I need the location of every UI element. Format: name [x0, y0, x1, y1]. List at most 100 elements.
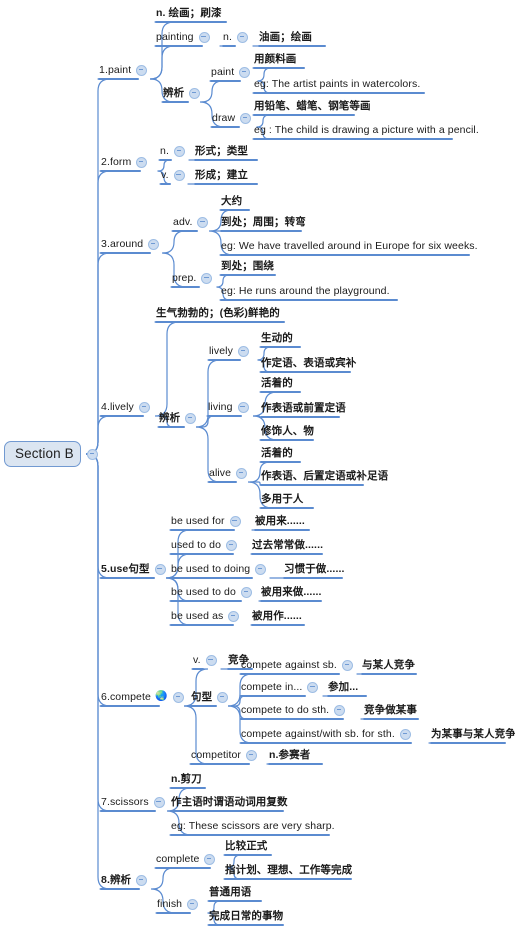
mindmap-node-n1c2b[interactable]: eg : The child is drawing a picture with…: [253, 122, 480, 138]
mindmap-node-n5e1[interactable]: 被用作......: [251, 608, 303, 624]
mindmap-node-n6a[interactable]: v.: [192, 652, 221, 668]
collapse-minus-icon[interactable]: [187, 898, 199, 910]
collapse-minus-icon[interactable]: [229, 515, 241, 527]
mindmap-node-n1b1[interactable]: n.: [222, 29, 252, 45]
mindmap-node-n4b3b[interactable]: 作表语、后置定语或补足语: [260, 468, 389, 484]
mindmap-node-n4b3c[interactable]: 多用于人: [260, 491, 304, 507]
mindmap-node-n8b2[interactable]: 完成日常的事物: [208, 908, 284, 924]
mindmap-node-n1c1a[interactable]: 用颜料画: [253, 51, 297, 67]
mindmap-node-n8[interactable]: 8.辨析: [100, 872, 151, 888]
collapse-minus-icon[interactable]: [204, 853, 216, 865]
mindmap-node-n3a1[interactable]: 到处；周围；转弯: [220, 214, 307, 230]
collapse-minus-icon[interactable]: [173, 691, 185, 703]
collapse-minus-icon[interactable]: [153, 796, 165, 808]
collapse-minus-icon[interactable]: [205, 654, 217, 666]
mindmap-node-n3b2[interactable]: eg: He runs around the playground.: [220, 283, 391, 299]
collapse-minus-icon[interactable]: [255, 563, 267, 575]
mindmap-node-n4b1b[interactable]: 作定语、表语或宾补: [260, 355, 357, 371]
mindmap-node-n7a[interactable]: n.剪刀: [170, 771, 203, 787]
mindmap-node-n1b2[interactable]: 油画；绘画: [258, 29, 313, 45]
mindmap-node-n3a2[interactable]: eg: We have travelled around in Europe f…: [220, 238, 479, 254]
mindmap-node-n5b[interactable]: used to do: [170, 537, 241, 553]
mindmap-node-n5d1[interactable]: 被用来做......: [260, 584, 323, 600]
mindmap-node-n3a[interactable]: adv.: [172, 214, 212, 230]
mindmap-node-n6[interactable]: 6.compete 🌏: [100, 689, 188, 705]
collapse-minus-icon[interactable]: [197, 216, 209, 228]
mindmap-node-n1a[interactable]: n. 绘画；刷漆: [155, 5, 223, 21]
collapse-minus-icon[interactable]: [236, 467, 248, 479]
mindmap-node-n4b3[interactable]: alive: [208, 465, 251, 481]
mindmap-node-n3[interactable]: 3.around: [100, 236, 163, 252]
mindmap-node-n7b[interactable]: 作主语时谓语动词用复数: [170, 794, 289, 810]
mindmap-node-n8b1[interactable]: 普通用语: [208, 884, 252, 900]
collapse-minus-icon[interactable]: [334, 704, 346, 716]
mindmap-node-n4b2[interactable]: living: [207, 399, 253, 415]
mindmap-node-n4b3a[interactable]: 活着的: [260, 445, 294, 461]
mindmap-node-n5e[interactable]: be used as: [170, 608, 243, 624]
mindmap-node-n6c[interactable]: competitor: [190, 747, 261, 763]
mindmap-node-n5a1[interactable]: 被用来......: [254, 513, 306, 529]
collapse-minus-icon[interactable]: [154, 563, 166, 575]
mindmap-node-n1b[interactable]: painting: [155, 29, 214, 45]
collapse-minus-icon[interactable]: [399, 728, 411, 740]
mindmap-node-n8a[interactable]: complete: [155, 851, 219, 867]
mindmap-node-n7c[interactable]: eg: These scissors are very sharp.: [170, 818, 336, 834]
mindmap-node-n1c2[interactable]: draw: [211, 110, 255, 126]
collapse-minus-icon[interactable]: [189, 87, 201, 99]
mindmap-node-n5[interactable]: 5.use句型: [100, 561, 170, 577]
collapse-minus-icon[interactable]: [136, 156, 148, 168]
collapse-minus-icon[interactable]: [198, 31, 210, 43]
mindmap-node-n1[interactable]: 1.paint: [98, 62, 151, 78]
collapse-minus-icon[interactable]: [237, 401, 249, 413]
mindmap-node-n4b1a[interactable]: 生动的: [260, 330, 294, 346]
mindmap-node-n3b[interactable]: prep.: [171, 270, 216, 286]
mindmap-node-n4b2c[interactable]: 修饰人、物: [260, 423, 315, 439]
collapse-minus-icon[interactable]: [87, 449, 98, 460]
collapse-minus-icon[interactable]: [240, 112, 252, 124]
mindmap-node-n1c[interactable]: 辨析: [162, 85, 204, 101]
mindmap-node-n4b[interactable]: 辨析: [158, 410, 200, 426]
mindmap-node-n2b[interactable]: v.: [160, 167, 189, 183]
mindmap-node-n5b1[interactable]: 过去常常做......: [251, 537, 324, 553]
mindmap-node-n2[interactable]: 2.form: [100, 154, 151, 170]
mindmap-node-n4b1[interactable]: lively: [208, 343, 253, 359]
mindmap-node-n1c1[interactable]: paint: [210, 64, 254, 80]
mindmap-node-n6b2a[interactable]: 参加...: [327, 679, 359, 695]
mindmap-node-n4b2a[interactable]: 活着的: [260, 375, 294, 391]
mindmap-node-n2a1[interactable]: 形式；类型: [194, 143, 249, 159]
collapse-minus-icon[interactable]: [341, 659, 353, 671]
mindmap-node-n2a[interactable]: n.: [159, 143, 189, 159]
mindmap-node-n6c1[interactable]: n.参赛者: [268, 747, 311, 763]
collapse-minus-icon[interactable]: [239, 66, 251, 78]
collapse-minus-icon[interactable]: [136, 874, 148, 886]
mindmap-node-n5a[interactable]: be used for: [170, 513, 245, 529]
collapse-minus-icon[interactable]: [173, 169, 185, 181]
collapse-minus-icon[interactable]: [138, 401, 150, 413]
mindmap-node-n6b3[interactable]: compete to do sth.: [240, 702, 349, 718]
root-node[interactable]: Section B: [4, 441, 81, 467]
mindmap-node-n4a[interactable]: 生气勃勃的；(色彩)鲜艳的: [155, 305, 281, 321]
mindmap-node-n3b1[interactable]: 到处；围绕: [220, 258, 275, 274]
mindmap-node-n4b2b[interactable]: 作表语或前置定语: [260, 400, 347, 416]
mindmap-node-n8b[interactable]: finish: [156, 896, 202, 912]
collapse-minus-icon[interactable]: [201, 272, 213, 284]
mindmap-node-n8a2[interactable]: 指计划、理想、工作等完成: [224, 862, 353, 878]
collapse-minus-icon[interactable]: [307, 681, 319, 693]
mindmap-node-n7[interactable]: 7.scissors: [100, 794, 169, 810]
mindmap-node-n6b[interactable]: 句型: [190, 689, 232, 705]
collapse-minus-icon[interactable]: [226, 539, 238, 551]
collapse-minus-icon[interactable]: [136, 64, 148, 76]
mindmap-node-n5c1[interactable]: 习惯于做......: [283, 561, 346, 577]
mindmap-node-n6b1[interactable]: compete against sb.: [240, 657, 357, 673]
mindmap-node-n8a1[interactable]: 比较正式: [224, 838, 268, 854]
collapse-minus-icon[interactable]: [236, 31, 248, 43]
mindmap-node-n6b4a[interactable]: 为某事与某人竞争: [430, 726, 515, 742]
mindmap-node-n4[interactable]: 4.lively: [100, 399, 154, 415]
mindmap-node-n6b3a[interactable]: 竞争做某事: [363, 702, 418, 718]
collapse-minus-icon[interactable]: [173, 145, 185, 157]
collapse-minus-icon[interactable]: [246, 749, 258, 761]
mindmap-node-n6b4[interactable]: compete against/with sb. for sth.: [240, 726, 415, 742]
mindmap-node-n1c1b[interactable]: eg: The artist paints in watercolors.: [253, 76, 421, 92]
mindmap-node-n2b1[interactable]: 形成；建立: [194, 167, 249, 183]
collapse-minus-icon[interactable]: [185, 412, 197, 424]
